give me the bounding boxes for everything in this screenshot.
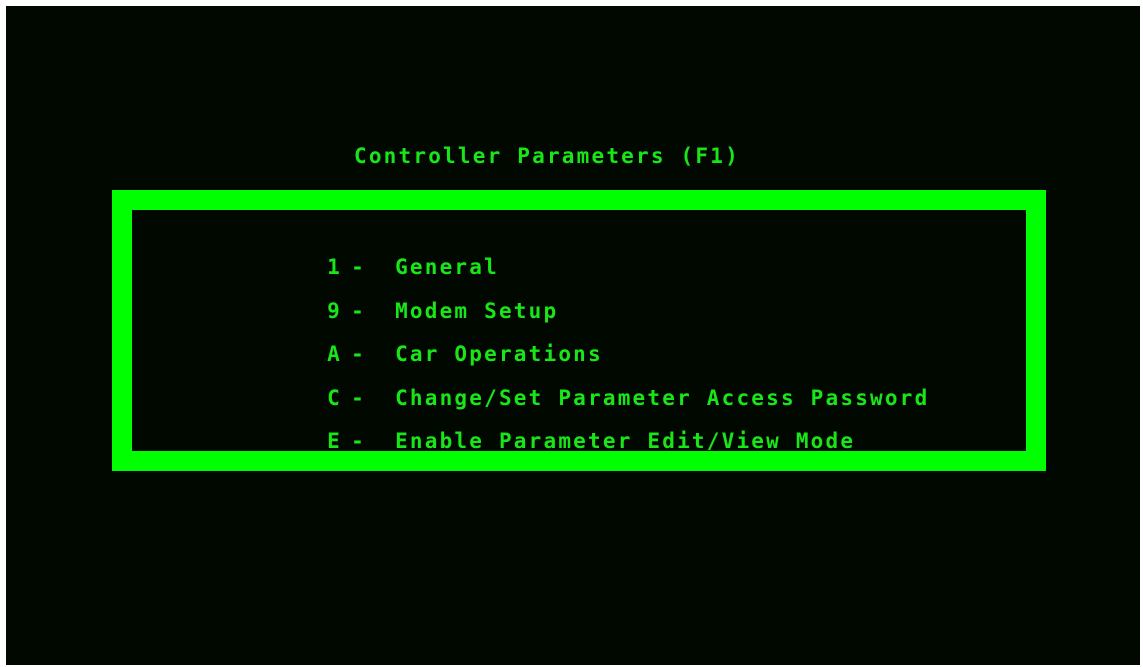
menu-item-separator: -	[351, 429, 366, 453]
menu-item-label: Enable Parameter Edit/View Mode	[395, 429, 856, 453]
terminal-screen: Controller Parameters (F1) 1- General 9-M…	[6, 6, 1140, 665]
menu-item-enable-edit-mode[interactable]: E - Enable Parameter Edit/View Mode	[238, 405, 855, 477]
screen-title: Controller Parameters (F1)	[354, 144, 740, 168]
menu-box: 1- General 9- Modem Setup A - Car Operations…	[112, 190, 1046, 471]
menu-item-key: E	[327, 429, 342, 453]
